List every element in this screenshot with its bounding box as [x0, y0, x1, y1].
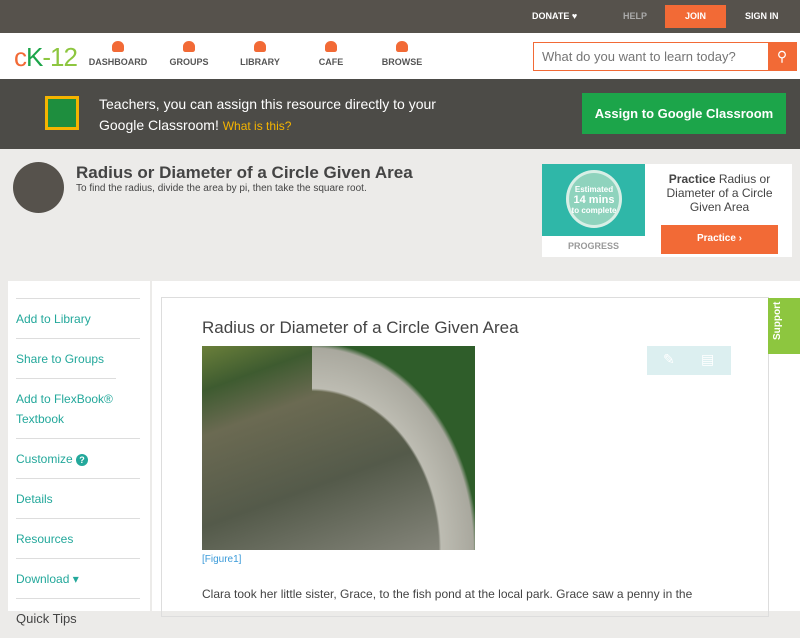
nav-label: BROWSE: [381, 57, 423, 67]
customize-link[interactable]: Customize ?: [16, 438, 140, 478]
search-icon: ⚲: [776, 48, 788, 64]
figure-caption[interactable]: [Figure1]: [202, 554, 241, 565]
practice-bold: Practice: [668, 172, 716, 186]
chevron-right-icon: ›: [738, 233, 743, 244]
pencil-icon[interactable]: ✎: [663, 351, 675, 368]
annotation-tools: ✎ ▤: [647, 346, 731, 375]
concept-title: Radius or Diameter of a Circle Given Are…: [76, 163, 413, 182]
groups-icon: [183, 41, 195, 52]
customize-label: Customize: [16, 452, 73, 466]
google-classroom-icon: [45, 96, 79, 130]
top-bar: DONATE ♥ HELP JOIN SIGN IN: [0, 0, 800, 33]
sidebar: Add to Library Share to Groups Add to Fl…: [8, 281, 150, 626]
quick-tips-heading: Quick Tips: [16, 598, 140, 638]
help-link[interactable]: HELP: [623, 11, 647, 21]
article-paragraph: Clara took her little sister, Grace, to …: [202, 587, 693, 601]
main-content: Radius or Diameter of a Circle Given Are…: [152, 281, 800, 617]
nav-dashboard[interactable]: DASHBOARD: [78, 41, 158, 67]
support-label: Support: [772, 301, 783, 340]
search-box: ⚲: [533, 42, 797, 71]
practice-image: Estimated 14 mins to complete: [542, 164, 645, 236]
figure-image: [202, 346, 475, 550]
nav-label: DASHBOARD: [88, 57, 148, 67]
share-to-groups-link[interactable]: Share to Groups: [16, 338, 140, 378]
practice-button-label: Practice: [696, 233, 736, 244]
add-to-library-link[interactable]: Add to Library: [16, 298, 140, 338]
notes-icon[interactable]: ▤: [701, 351, 714, 368]
assign-to-google-classroom-button[interactable]: Assign to Google Classroom: [582, 93, 786, 134]
google-classroom-banner: Teachers, you can assign this resource d…: [0, 79, 800, 149]
dashboard-icon: [112, 41, 124, 52]
practice-card: Estimated 14 mins to complete PROGRESS Pra…: [542, 164, 792, 257]
join-button[interactable]: JOIN: [665, 5, 726, 28]
nav-groups[interactable]: GROUPS: [149, 41, 229, 67]
browse-icon: [396, 41, 408, 52]
progress-label: PROGRESS: [567, 241, 619, 251]
ck12-logo[interactable]: cK-12: [14, 42, 78, 73]
search-button[interactable]: ⚲: [768, 43, 796, 70]
what-is-this-link[interactable]: What is this?: [223, 119, 292, 133]
nav-cafe[interactable]: CAFE: [291, 41, 371, 67]
nav-label: CAFE: [318, 57, 344, 67]
concept-subtitle: To find the radius, divide the area by p…: [76, 183, 367, 194]
add-to-flexbook-link[interactable]: Add to FlexBook® Textbook: [16, 378, 116, 438]
estimate-time: 14 mins: [573, 194, 615, 206]
sign-in-link[interactable]: SIGN IN: [745, 11, 779, 21]
library-icon: [254, 41, 266, 52]
nav-label: LIBRARY: [240, 57, 280, 67]
article-title: Radius or Diameter of a Circle Given Are…: [202, 318, 519, 337]
estimate-suffix: to complete: [571, 206, 617, 215]
estimate-label: Estimated: [574, 185, 614, 194]
details-link[interactable]: Details: [16, 478, 140, 518]
support-tab[interactable]: Support: [768, 298, 800, 354]
download-link[interactable]: Download ▾: [16, 558, 140, 598]
practice-button[interactable]: Practice ›: [661, 225, 778, 254]
resources-link[interactable]: Resources: [16, 518, 140, 558]
donate-link[interactable]: DONATE ♥: [532, 11, 577, 21]
search-input[interactable]: [534, 43, 764, 70]
concept-icon: [13, 162, 64, 213]
help-icon[interactable]: ?: [76, 454, 89, 466]
nav-library[interactable]: LIBRARY: [220, 41, 300, 67]
nav-label: GROUPS: [169, 57, 209, 67]
cafe-icon: [325, 41, 337, 52]
nav-browse[interactable]: BROWSE: [362, 41, 442, 67]
